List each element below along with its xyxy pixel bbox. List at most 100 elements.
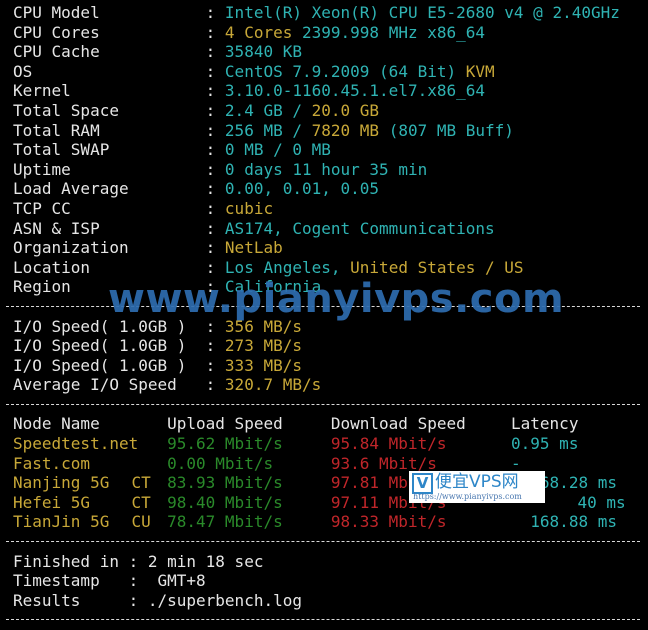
column-header: Upload Speed xyxy=(167,414,283,434)
colon-separator: : xyxy=(205,179,225,199)
info-value: 35840 KB xyxy=(224,42,302,62)
watermark-text: www.pianyivps.com xyxy=(108,276,565,322)
summary-value: 2 min 18 sec xyxy=(147,551,264,571)
system-info-row: Location: Los Angeles, United States / U… xyxy=(13,258,648,278)
speed-table-row: Fast.com 0.00 Mbit/s 93.6 Mbit/s - xyxy=(13,454,648,474)
colon-separator: : xyxy=(205,42,225,62)
colon-separator: : xyxy=(205,3,225,22)
speed-table-row: TianJin 5G CU 78.47 Mbit/s 98.33 Mbit/s 168.… xyxy=(13,512,648,532)
upload-speed: 98.40 Mbit/s xyxy=(167,492,283,512)
io-value: 333 MB/s xyxy=(224,355,302,375)
isp-code: CT xyxy=(131,492,151,512)
colon-separator: : xyxy=(128,590,148,610)
info-label: CPU Cores xyxy=(13,22,100,42)
system-info-row: Load Average: 0.00, 0.01, 0.05 xyxy=(13,179,648,199)
system-info-row: Kernel: 3.10.0-1160.45.1.el7.x86_64 xyxy=(13,81,648,101)
io-speed-row: I/O Speed( 1.0GB ): 273 MB/s xyxy=(13,336,648,356)
colon-separator: : xyxy=(205,140,225,160)
info-value: 20.0 GB xyxy=(311,100,380,120)
info-value: United States / US xyxy=(350,257,524,277)
column-header: Node Name xyxy=(13,414,100,434)
info-value: 7820 MB xyxy=(311,120,380,140)
logo-v-icon: V xyxy=(412,473,433,494)
summary-value: GMT+8 xyxy=(147,571,206,591)
colon-separator: : xyxy=(205,61,225,81)
colon-separator: : xyxy=(128,551,148,571)
summary-label: Finished in xyxy=(13,551,119,571)
info-label: Load Average xyxy=(13,179,129,199)
info-value: 256 MB / xyxy=(224,120,312,140)
system-info-row: OS: CentOS 7.9.2009 (64 Bit) KVM xyxy=(13,62,648,82)
colon-separator: : xyxy=(205,120,225,140)
info-value: CentOS 7.9.2009 (64 Bit) xyxy=(224,61,466,81)
dashed-divider xyxy=(6,541,640,543)
system-info-row: CPU Cores: 4 Cores 2399.998 MHz x86_64 xyxy=(13,23,648,43)
download-speed: 95.84 Mbit/s xyxy=(330,434,447,454)
latency: 0.95 ms xyxy=(511,434,579,454)
info-label: Total Space xyxy=(13,100,119,120)
colon-separator: : xyxy=(205,198,225,218)
separator-line xyxy=(6,532,648,552)
node-name: Speedtest.net xyxy=(13,434,139,454)
info-label: Total RAM xyxy=(13,120,100,140)
watermark-badge: V 便宜VPS网 https://www.pianyivps.com xyxy=(409,471,545,503)
summary-row: Finished in: 2 min 18 sec xyxy=(13,552,648,572)
speed-table-row: Nanjing 5G CT 83.93 Mbit/s 97.81 Mbit/s 168.… xyxy=(13,473,648,493)
separator-line xyxy=(6,395,648,415)
info-value: Intel(R) Xeon(R) CPU E5-2680 v4 @ 2.40GH… xyxy=(224,3,620,22)
info-value: Los Angeles, xyxy=(224,257,351,277)
separator-line xyxy=(6,610,648,630)
system-info-row: Total SWAP: 0 MB / 0 MB xyxy=(13,140,648,160)
info-value: 3.10.0-1160.45.1.el7.x86_64 xyxy=(224,81,486,101)
colon-separator: : xyxy=(205,355,225,375)
system-info-row: CPU Model: Intel(R) Xeon(R) CPU E5-2680 … xyxy=(13,3,648,23)
info-value: KVM xyxy=(465,61,495,81)
io-label: Average I/O Speed xyxy=(13,375,177,395)
colon-separator: : xyxy=(128,571,148,591)
info-value: 0 MB / 0 MB xyxy=(224,140,331,160)
info-label: ASN & ISP xyxy=(13,218,100,238)
info-value: 2.4 GB / xyxy=(224,100,312,120)
speed-table-row: Speedtest.net 95.62 Mbit/s 95.84 Mbit/s 0.9… xyxy=(13,434,648,454)
colon-separator: : xyxy=(205,81,225,101)
upload-speed: 95.62 Mbit/s xyxy=(167,434,283,454)
io-label: I/O Speed( 1.0GB ) xyxy=(13,336,187,356)
system-info-row: Organization: NetLab xyxy=(13,238,648,258)
info-value: 4 Cores xyxy=(224,22,293,42)
node-name: Hefei 5G xyxy=(13,492,91,512)
info-value: cubic xyxy=(224,198,274,218)
io-value: 320.7 MB/s xyxy=(224,375,322,395)
colon-separator: : xyxy=(205,257,225,277)
latency: 168.88 ms xyxy=(530,512,617,532)
info-label: Organization xyxy=(13,238,129,258)
summary-row: Results: ./superbench.log xyxy=(13,591,648,611)
summary-label: Results xyxy=(13,590,81,610)
io-speed-row: Average I/O Speed: 320.7 MB/s xyxy=(13,375,648,395)
info-label: CPU Cache xyxy=(13,42,100,62)
watermark-badge-url: https://www.pianyivps.com xyxy=(413,492,522,501)
dashed-divider xyxy=(6,619,640,621)
upload-speed: 83.93 Mbit/s xyxy=(167,473,283,493)
isp-code: CU xyxy=(131,512,151,532)
info-value: (807 MB Buff) xyxy=(379,120,514,140)
summary-label: Timestamp xyxy=(13,571,100,591)
info-label: Kernel xyxy=(13,81,71,101)
node-name: Fast.com xyxy=(13,453,91,473)
column-header: Download Speed xyxy=(330,414,466,434)
watermark-badge-title: 便宜VPS网 xyxy=(435,472,519,492)
colon-separator: : xyxy=(205,159,225,179)
upload-speed: 78.47 Mbit/s xyxy=(167,512,283,532)
column-header: Latency xyxy=(511,414,579,434)
system-info-row: CPU Cache: 35840 KB xyxy=(13,42,648,62)
summary-value: ./superbench.log xyxy=(147,590,302,610)
info-value: NetLab xyxy=(224,238,283,258)
colon-separator: : xyxy=(205,100,225,120)
node-name: Nanjing 5G xyxy=(13,473,110,493)
info-label: Location xyxy=(13,257,91,277)
colon-separator: : xyxy=(205,375,225,395)
isp-code: CT xyxy=(131,473,151,493)
system-info-row: ASN & ISP: AS174, Cogent Communications xyxy=(13,219,648,239)
system-info-row: Total RAM: 256 MB / 7820 MB (807 MB Buff… xyxy=(13,121,648,141)
info-label: OS xyxy=(13,61,33,81)
info-label: Total SWAP xyxy=(13,140,110,160)
